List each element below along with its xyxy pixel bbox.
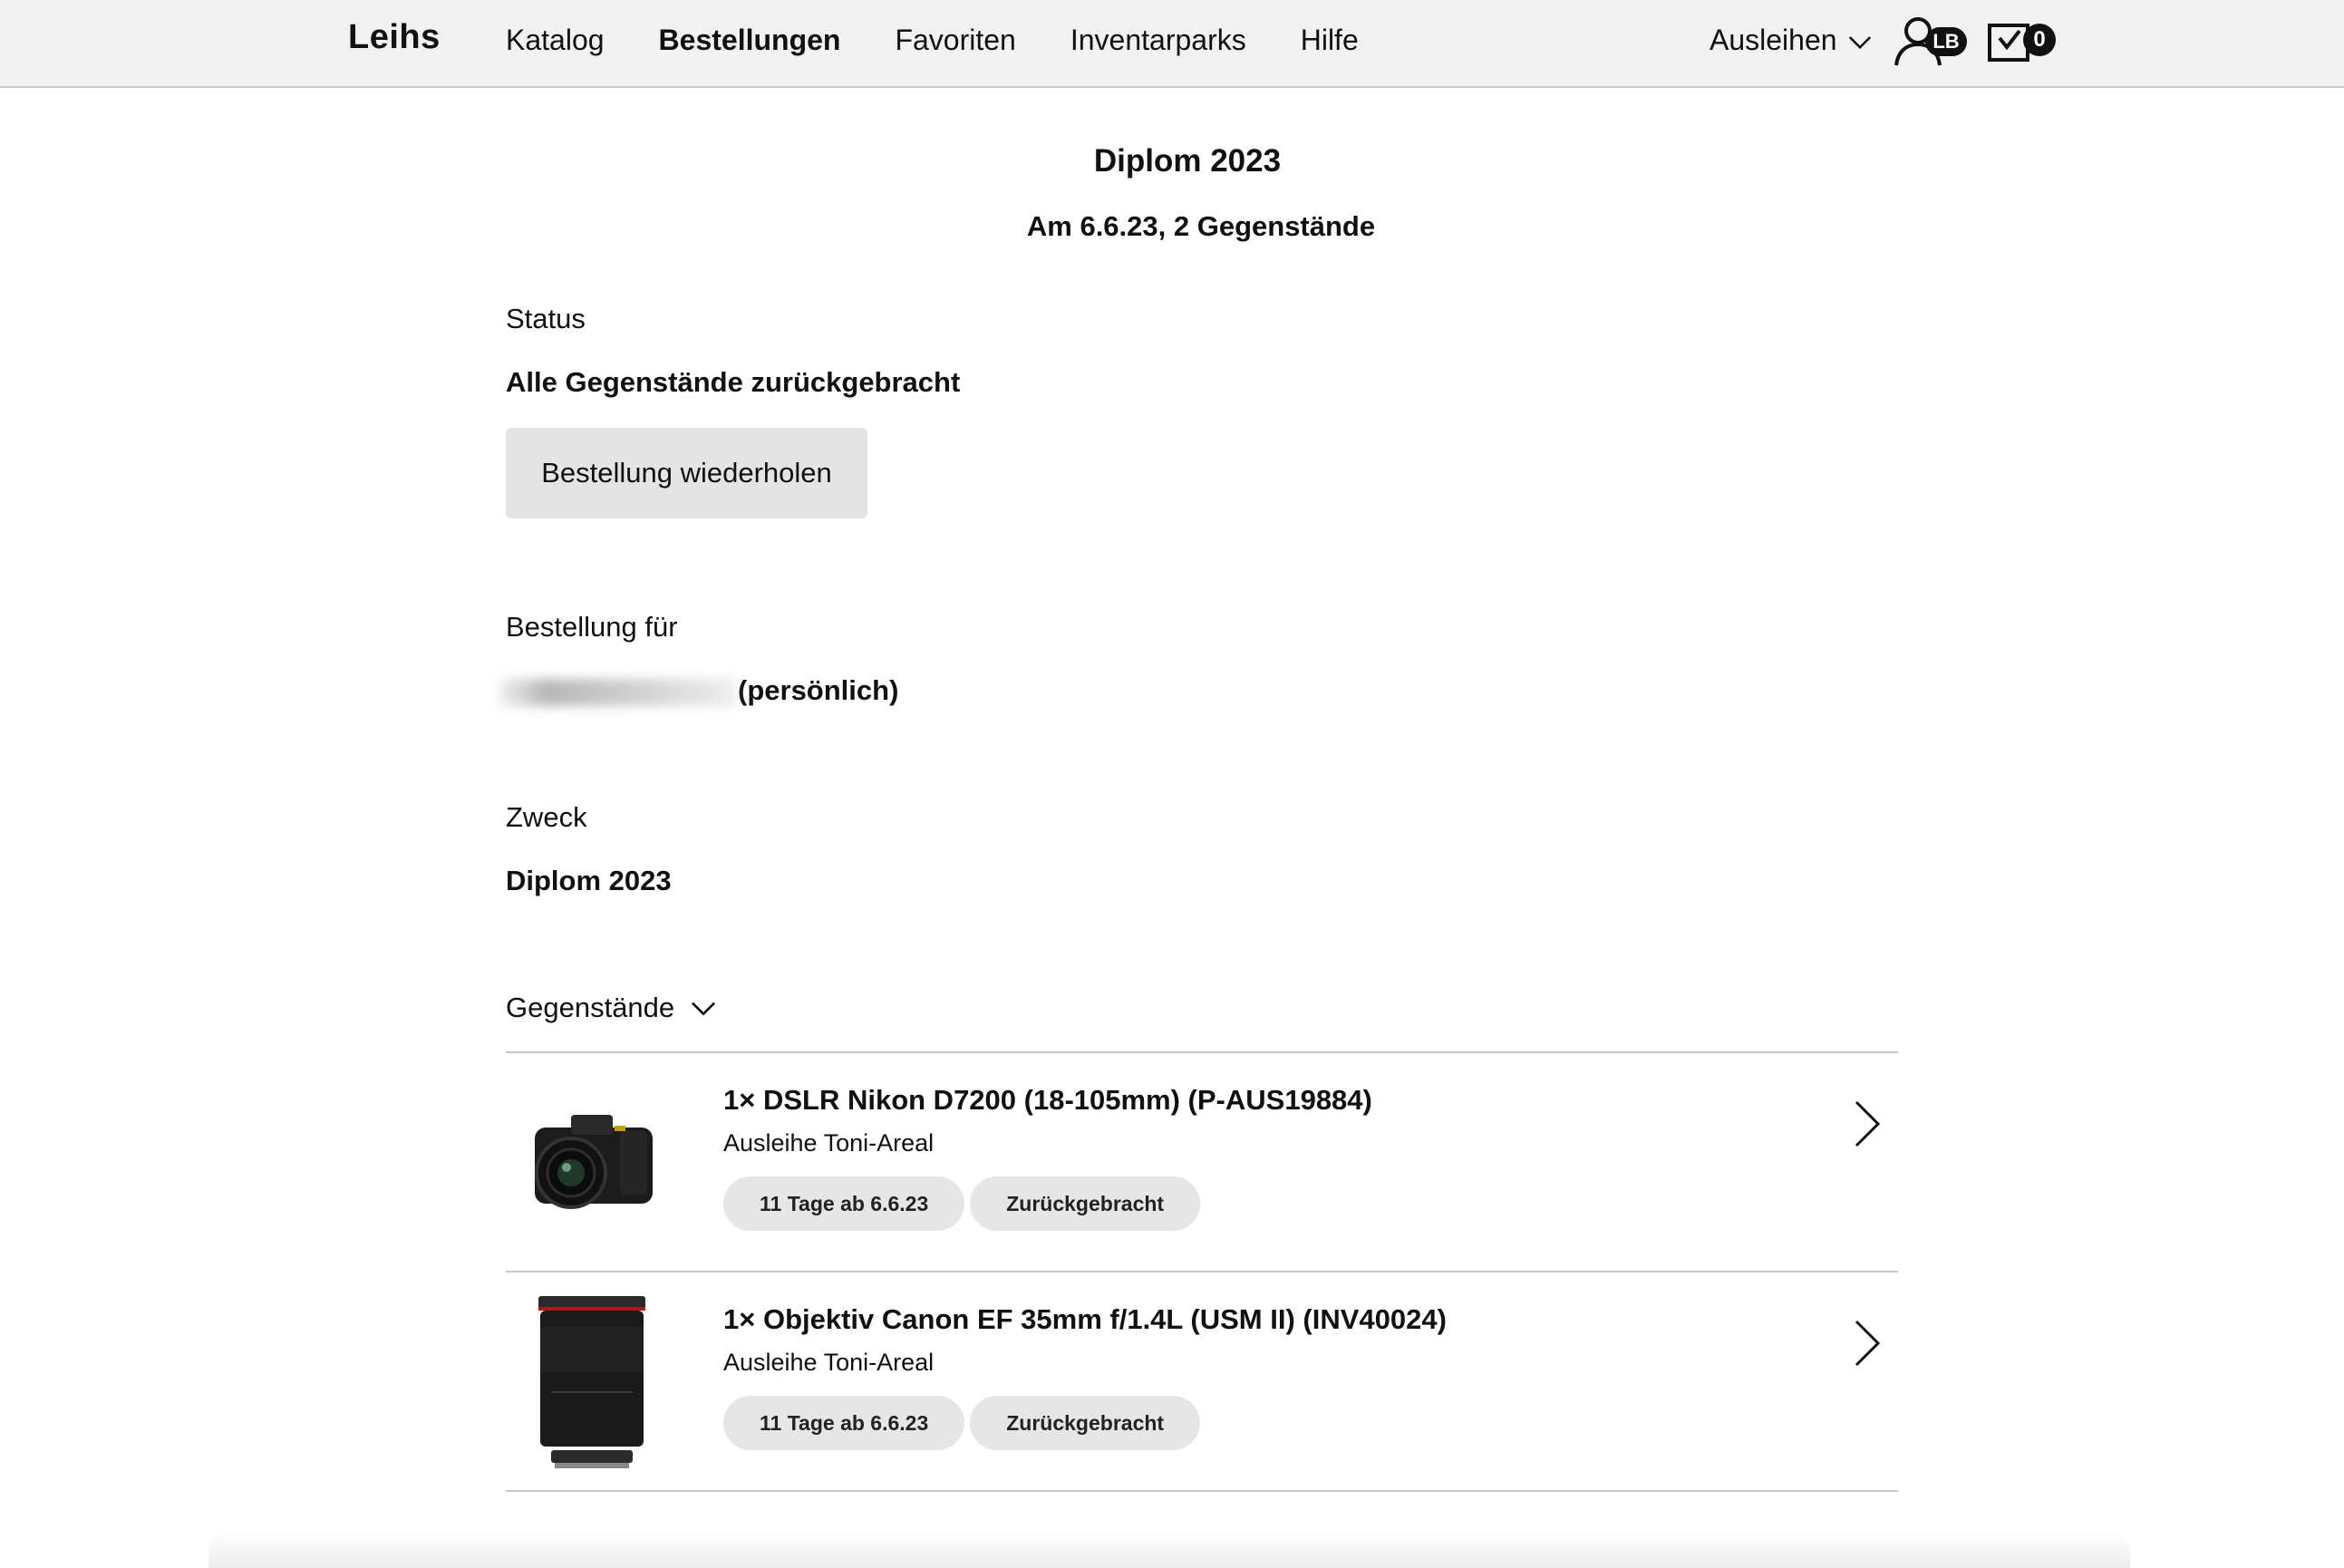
items-list: 1× DSLR Nikon D7200 (18-105mm) (P-AUS198…	[506, 1051, 1898, 1492]
user-menu-button[interactable]: LB	[1893, 15, 1967, 67]
item-badges: 11 Tage ab 6.6.23 Zurückgebracht	[723, 1176, 1201, 1231]
nav-link-inventarparks[interactable]: Inventarparks	[1070, 24, 1246, 57]
duration-badge: 11 Tage ab 6.6.23	[723, 1176, 965, 1231]
order-title: Diplom 2023	[1093, 143, 1282, 179]
bottom-panel-edge	[208, 1532, 2130, 1568]
item-location: Ausleihe Toni-Areal	[723, 1129, 935, 1157]
user-initials-badge: LB	[1925, 27, 1967, 56]
lens-image	[538, 1296, 645, 1468]
cart-count-badge: 0	[2023, 24, 2056, 56]
item-location: Ausleihe Toni-Areal	[723, 1349, 935, 1376]
chevron-down-icon	[692, 1002, 716, 1016]
order-for-suffix: (persönlich)	[738, 674, 899, 706]
status-value: Alle Gegenstände zurückgebracht	[506, 366, 961, 398]
list-item[interactable]: 1× DSLR Nikon D7200 (18-105mm) (P-AUS198…	[506, 1053, 1898, 1273]
list-item[interactable]: 1× Objektiv Canon EF 35mm f/1.4L (USM II…	[506, 1273, 1898, 1492]
items-section-label: Gegenstände	[506, 992, 675, 1023]
order-subtitle: Am 6.6.23, 2 Gegenstände	[1026, 210, 1376, 242]
item-badges: 11 Tage ab 6.6.23 Zurückgebracht	[723, 1396, 1201, 1450]
purpose-label: Zweck	[506, 801, 587, 833]
camera-image	[535, 1115, 653, 1209]
nav-link-bestellungen[interactable]: Bestellungen	[659, 24, 841, 57]
nav-link-katalog[interactable]: Katalog	[506, 24, 605, 57]
nav-link-favoriten[interactable]: Favoriten	[895, 24, 1015, 57]
chevron-right-icon[interactable]	[1849, 1099, 1885, 1149]
repeat-order-button[interactable]: Bestellung wiederholen	[506, 428, 867, 518]
top-navigation-bar: Leihs Katalog Bestellungen Favoriten Inv…	[0, 0, 2344, 88]
cart-button[interactable]: 0	[1987, 16, 2059, 67]
status-badge: Zurückgebracht	[970, 1396, 1201, 1450]
purpose-value: Diplom 2023	[506, 865, 672, 896]
order-for-value: (persönlich)	[499, 674, 899, 707]
borrow-menu-dropdown[interactable]: Ausleihen	[1710, 24, 1874, 57]
items-section-toggle[interactable]: Gegenstände	[506, 992, 718, 1024]
nav-link-hilfe[interactable]: Hilfe	[1301, 24, 1359, 57]
item-name: 1× Objektiv Canon EF 35mm f/1.4L (USM II…	[723, 1303, 1447, 1335]
item-name: 1× DSLR Nikon D7200 (18-105mm) (P-AUS198…	[723, 1084, 1372, 1116]
status-badge: Zurückgebracht	[970, 1176, 1201, 1231]
brand-logo[interactable]: Leihs	[348, 18, 441, 57]
status-label: Status	[506, 303, 586, 334]
duration-badge: 11 Tage ab 6.6.23	[723, 1396, 965, 1450]
redacted-user-name	[499, 678, 736, 706]
main-nav: Katalog Bestellungen Favoriten Inventarp…	[506, 24, 1359, 57]
chevron-right-icon[interactable]	[1849, 1318, 1885, 1369]
chevron-down-icon	[1848, 35, 1871, 49]
order-for-label: Bestellung für	[506, 611, 678, 643]
borrow-menu-label: Ausleihen	[1710, 24, 1837, 56]
